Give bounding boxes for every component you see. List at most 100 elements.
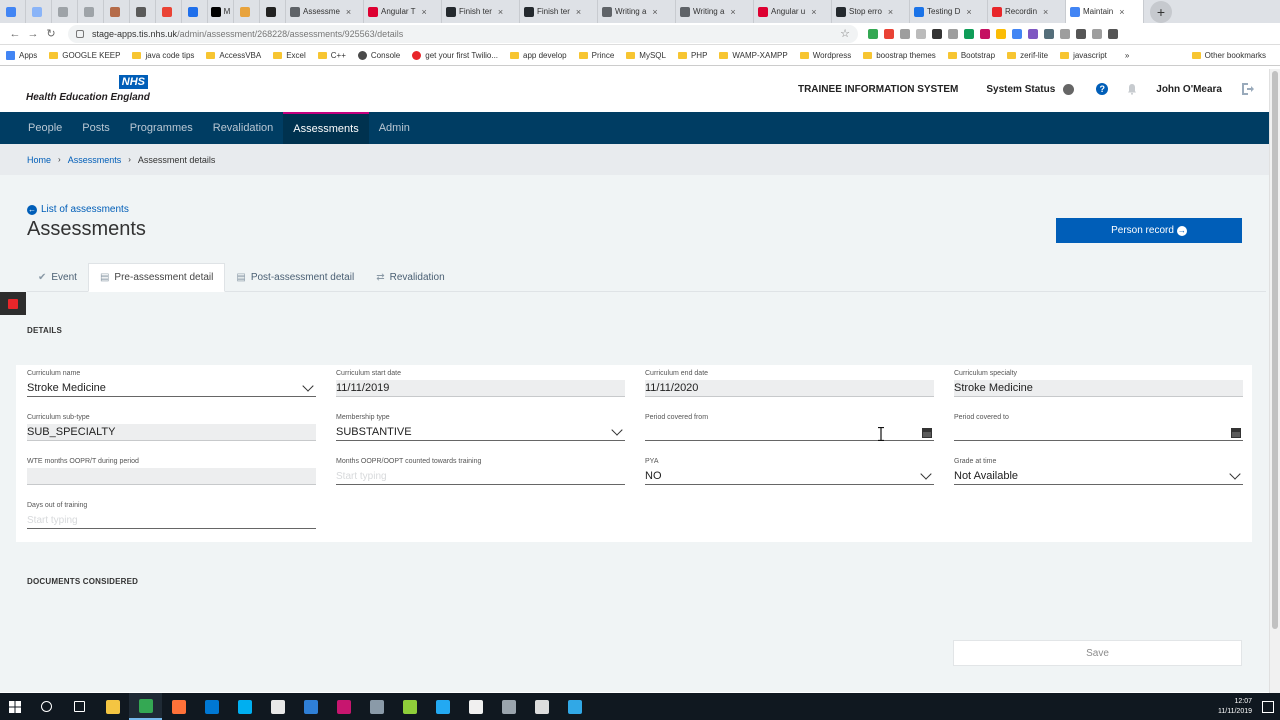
tab-close-icon[interactable]: × — [730, 7, 735, 17]
browser-tab[interactable] — [0, 0, 26, 23]
skype-icon[interactable] — [228, 693, 261, 720]
tab-post-assessment-detail[interactable]: ▤ Post-assessment detail — [225, 263, 365, 291]
browser-tab[interactable] — [78, 0, 104, 23]
browser-tab[interactable] — [26, 0, 52, 23]
browser-tab[interactable] — [260, 0, 286, 23]
windows-start-icon[interactable] — [0, 700, 30, 713]
pya-select[interactable]: NO — [645, 468, 934, 485]
bookmark-item[interactable]: MySQL — [626, 51, 666, 60]
bookmark-item[interactable]: Bootstrap — [947, 51, 995, 60]
tab-close-icon[interactable]: × — [422, 7, 427, 17]
bookmark-item[interactable]: zerif-lite — [1007, 51, 1048, 60]
tab-close-icon[interactable]: × — [1043, 7, 1048, 17]
grade-select[interactable]: Not Available — [954, 468, 1243, 485]
bookmark-item[interactable]: java code tips — [132, 51, 194, 60]
calendar-icon[interactable] — [1231, 428, 1241, 438]
bookmark-item[interactable]: Console — [357, 50, 400, 60]
nav-item-assessments[interactable]: Assessments — [283, 112, 369, 144]
search-icon[interactable] — [30, 693, 63, 720]
list-of-assessments-link[interactable]: ← List of assessments — [27, 204, 129, 215]
period-covered-from-field[interactable]: Period covered from — [645, 414, 934, 441]
browser-extension-icon[interactable] — [996, 28, 1006, 39]
bookmark-item[interactable]: WAMP-XAMPP — [719, 51, 788, 60]
browser-extension-icon[interactable] — [1092, 28, 1102, 39]
bookmark-item[interactable]: javascript — [1060, 51, 1107, 60]
recording-stop-button[interactable] — [0, 292, 26, 315]
vscode-blue-icon[interactable] — [294, 693, 327, 720]
bookmark-item[interactable]: Excel — [273, 51, 306, 60]
new-tab-button[interactable]: + — [1150, 0, 1172, 23]
bookmark-item[interactable]: AccessVBA — [206, 51, 261, 60]
tab-close-icon[interactable]: × — [1119, 7, 1124, 17]
bell-icon[interactable] — [1126, 83, 1138, 95]
browser-tab[interactable]: Writing a × — [598, 0, 676, 23]
breadcrumb-home[interactable]: Home — [27, 155, 51, 165]
user-name[interactable]: John O'Meara — [1156, 84, 1222, 95]
browser-extension-icon[interactable] — [884, 28, 894, 39]
browser-tab[interactable]: Maintain × — [1066, 0, 1144, 23]
browser-tab[interactable]: Finish ter × — [520, 0, 598, 23]
browser-tab[interactable]: Finish ter × — [442, 0, 520, 23]
browser-extension-icon[interactable] — [1076, 28, 1086, 39]
photos-icon[interactable] — [459, 693, 492, 720]
tab-close-icon[interactable]: × — [652, 7, 657, 17]
tab-pre-assessment-detail[interactable]: ▤ Pre-assessment detail — [87, 263, 226, 292]
browser-extension-icon[interactable] — [1012, 28, 1022, 39]
tab-close-icon[interactable]: × — [498, 7, 503, 17]
bookmark-item[interactable]: Prince — [578, 51, 614, 60]
browser-extension-icon[interactable] — [916, 28, 926, 39]
reload-icon[interactable]: ↻ — [42, 27, 60, 40]
bookmark-item[interactable]: PHP — [677, 51, 707, 60]
bookmark-item[interactable]: boostrap themes — [863, 51, 936, 60]
tab-close-icon[interactable]: × — [576, 7, 581, 17]
browser-extension-icon[interactable] — [900, 28, 910, 39]
browser-tab[interactable]: Writing a × — [676, 0, 754, 23]
period-covered-to-field[interactable]: Period covered to — [954, 414, 1243, 441]
curriculum-name-select[interactable]: Stroke Medicine — [27, 380, 316, 397]
browser-extension-icon[interactable] — [1044, 28, 1054, 39]
other-bookmarks[interactable]: Other bookmarks — [1191, 51, 1266, 60]
browser-tab[interactable] — [182, 0, 208, 23]
sourcetree-icon[interactable] — [360, 693, 393, 720]
system-status-indicator[interactable] — [1063, 83, 1075, 95]
browser-extension-icon[interactable] — [932, 28, 942, 39]
nav-item-admin[interactable]: Admin — [369, 112, 420, 144]
scrollbar-thumb[interactable] — [1272, 71, 1278, 629]
help-icon[interactable]: ? — [1096, 83, 1109, 95]
browser-tab[interactable]: M — [208, 0, 234, 23]
browser-tab[interactable]: Angular T × — [364, 0, 442, 23]
firefox-icon[interactable] — [162, 693, 195, 720]
browser-extension-icon[interactable] — [1028, 28, 1038, 39]
curriculum-name-field[interactable]: Curriculum name Stroke Medicine — [27, 370, 316, 397]
days-out-of-training-field[interactable]: Days out of training Start typing — [27, 502, 316, 529]
tab-close-icon[interactable]: × — [966, 7, 971, 17]
bookmark-item[interactable]: get your first Twilio... — [412, 50, 498, 60]
browser-tab[interactable] — [52, 0, 78, 23]
bookmarks-overflow-button[interactable]: » — [1125, 51, 1129, 60]
browser-extension-icon[interactable] — [964, 28, 974, 39]
breadcrumb-assessments[interactable]: Assessments — [68, 155, 122, 165]
logout-icon[interactable] — [1240, 82, 1254, 96]
bookmark-item[interactable]: Wordpress — [799, 51, 851, 60]
outlook-icon[interactable] — [195, 693, 228, 720]
save-button[interactable]: Save — [953, 640, 1242, 666]
tab-close-icon[interactable]: × — [346, 7, 351, 17]
nav-item-people[interactable]: People — [18, 112, 72, 144]
page-scrollbar[interactable] — [1269, 69, 1280, 693]
notepadpp-icon[interactable] — [393, 693, 426, 720]
months-oopr-input[interactable]: Start typing — [336, 468, 625, 485]
period-to-input[interactable] — [954, 424, 1243, 441]
bookmark-item[interactable]: GOOGLE KEEP — [49, 51, 120, 60]
bookmark-item[interactable]: Apps — [6, 50, 37, 60]
browser-tab[interactable] — [104, 0, 130, 23]
slack-icon[interactable] — [261, 693, 294, 720]
person-record-button[interactable]: Person record → — [1056, 218, 1242, 243]
tab-close-icon[interactable]: × — [888, 7, 893, 17]
browser-tab[interactable] — [130, 0, 156, 23]
nav-item-programmes[interactable]: Programmes — [120, 112, 203, 144]
bookmark-item[interactable]: app develop — [510, 51, 567, 60]
task-view-icon[interactable] — [63, 693, 96, 720]
browser-tab[interactable]: Stop erro × — [832, 0, 910, 23]
recorder-icon[interactable] — [558, 693, 591, 720]
months-oopr-field[interactable]: Months OOPR/OOPT counted towards trainin… — [336, 458, 625, 485]
